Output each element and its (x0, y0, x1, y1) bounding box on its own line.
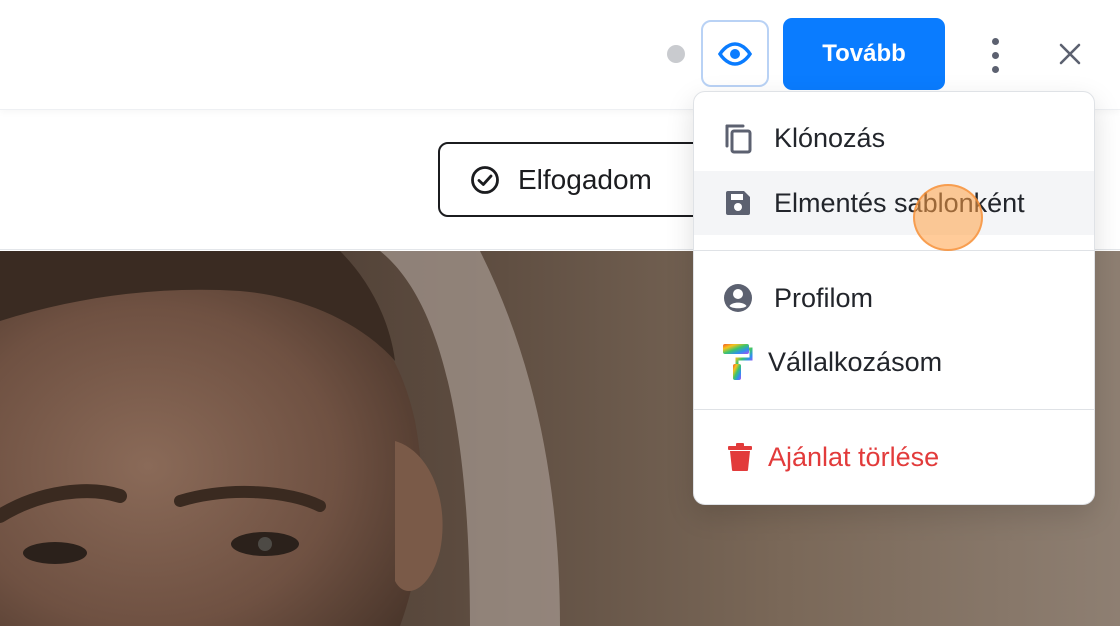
preview-button[interactable] (701, 20, 769, 87)
next-button[interactable]: Tovább (783, 18, 945, 90)
menu-item-delete-offer[interactable]: Ajánlat törlése (694, 425, 1094, 489)
menu-item-label: Klónozás (774, 122, 886, 153)
paint-roller-icon (723, 344, 753, 380)
accept-label: Elfogadom (518, 163, 652, 195)
menu-item-clone[interactable]: Klónozás (694, 106, 1094, 170)
copy-icon (725, 124, 752, 154)
menu-item-label: Ajánlat törlése (768, 441, 940, 472)
close-button[interactable] (1050, 34, 1090, 74)
cursor-indicator (913, 184, 983, 251)
menu-item-profile[interactable]: Profilom (694, 266, 1094, 330)
check-circle-icon (471, 165, 499, 194)
menu-divider (694, 250, 1094, 251)
options-menu: Klónozás Elmentés sablonként Profilom Vá… (693, 91, 1095, 505)
menu-item-my-business[interactable]: Vállalkozásom (694, 330, 1094, 394)
eye-icon (718, 41, 752, 66)
trash-icon (728, 443, 752, 471)
menu-item-label: Elmentés sablonként (774, 187, 1025, 218)
user-circle-icon (724, 284, 752, 312)
more-vertical-icon (991, 37, 999, 45)
menu-item-save-as-template[interactable]: Elmentés sablonként (694, 171, 1094, 235)
accept-button[interactable]: Elfogadom (438, 142, 710, 217)
menu-divider (694, 409, 1094, 410)
save-icon (726, 191, 750, 215)
menu-item-label: Vállalkozásom (768, 346, 943, 377)
close-icon (1059, 43, 1081, 65)
more-options-button[interactable] (975, 30, 1015, 80)
menu-item-label: Profilom (774, 282, 874, 313)
status-dot (667, 45, 685, 63)
